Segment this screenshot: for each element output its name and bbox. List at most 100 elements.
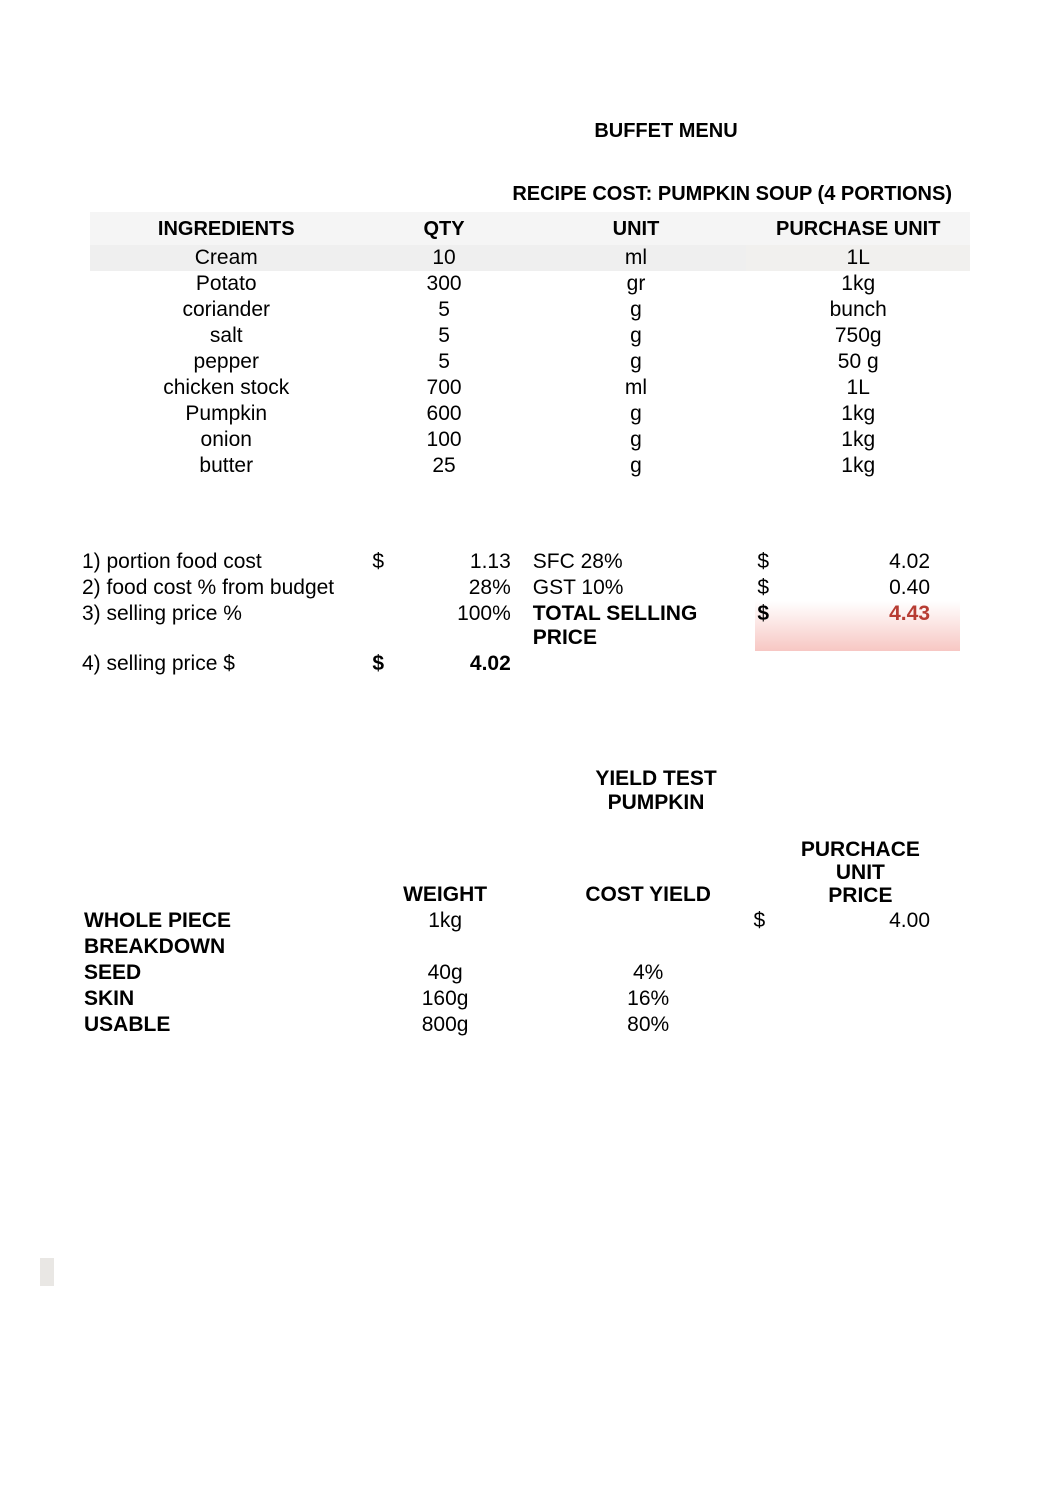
ingredient-unit: ml xyxy=(526,375,747,401)
calc-row: 2) food cost % from budget 28% GST 10% $… xyxy=(80,575,960,601)
table-row: butter25g1kg xyxy=(90,453,970,479)
ingredient-qty: 25 xyxy=(363,453,526,479)
yield-label: SEED xyxy=(80,960,343,986)
col-qty: QTY xyxy=(363,212,526,245)
ingredient-punit: 1kg xyxy=(746,427,970,453)
yield-label: SKIN xyxy=(80,986,343,1012)
table-row: chicken stock700ml1L xyxy=(90,375,970,401)
calc-sublabel: TOTAL SELLING PRICE xyxy=(529,601,756,651)
col-purchase-unit: PURCHASE UNIT xyxy=(746,212,970,245)
ingredient-punit: 1kg xyxy=(746,453,970,479)
table-row: Pumpkin600g1kg xyxy=(90,401,970,427)
calc-row: 3) selling price % 100% TOTAL SELLING PR… xyxy=(80,601,960,651)
currency-symbol: $ xyxy=(749,908,786,934)
currency-symbol: $ xyxy=(755,549,792,575)
yield-weight: 1kg xyxy=(343,908,546,934)
page-blur-mark xyxy=(40,1258,54,1286)
cost-calc-table: 1) portion food cost $ 1.13 SFC 28% $ 4.… xyxy=(80,549,960,677)
table-row: WHOLE PIECE1kg$4.00 xyxy=(80,908,960,934)
yield-pct: 80% xyxy=(547,1012,750,1038)
ingredient-punit: 1L xyxy=(746,375,970,401)
ingredient-name: Potato xyxy=(90,271,363,297)
col-ingredients: INGREDIENTS xyxy=(90,212,363,245)
calc-value: 1.13 xyxy=(397,549,529,575)
ingredient-name: coriander xyxy=(90,297,363,323)
ingredient-qty: 100 xyxy=(363,427,526,453)
calc-subvalue: 0.40 xyxy=(793,575,960,601)
currency-symbol: $ xyxy=(755,575,792,601)
ingredient-qty: 5 xyxy=(363,297,526,323)
ingredient-unit: gr xyxy=(526,271,747,297)
currency-symbol xyxy=(749,934,786,960)
calc-value: 100% xyxy=(397,601,529,651)
table-row: SEED40g4% xyxy=(80,960,960,986)
ingredient-unit: g xyxy=(526,453,747,479)
col-weight: WEIGHT xyxy=(343,837,546,908)
ingredient-punit: 750g xyxy=(746,323,970,349)
calc-value: 4.02 xyxy=(397,651,529,677)
ingredient-name: salt xyxy=(90,323,363,349)
yield-table: WEIGHT COST YIELD PURCHACE UNIT PRICE WH… xyxy=(80,837,960,1038)
currency-symbol: $ xyxy=(370,651,396,677)
calc-label: 4) selling price $ xyxy=(80,651,370,677)
col-purchase-unit-price: PURCHACE UNIT PRICE xyxy=(787,837,960,908)
ingredient-qty: 5 xyxy=(363,349,526,375)
currency-symbol: $ xyxy=(755,601,792,651)
calc-subvalue: 4.02 xyxy=(793,549,960,575)
ingredient-qty: 700 xyxy=(363,375,526,401)
yield-title: YIELD TEST xyxy=(340,767,972,791)
col-unit: UNIT xyxy=(526,212,747,245)
currency-symbol xyxy=(749,960,786,986)
table-row: salt5g750g xyxy=(90,323,970,349)
table-row: SKIN160g16% xyxy=(80,986,960,1012)
ingredient-punit: 1kg xyxy=(746,401,970,427)
ingredients-table: INGREDIENTS QTY UNIT PURCHASE UNIT Cream… xyxy=(90,212,970,479)
yield-price xyxy=(787,1012,960,1038)
calc-value: 28% xyxy=(397,575,529,601)
yield-pct xyxy=(547,934,750,960)
calc-label: 1) portion food cost xyxy=(80,549,370,575)
ingredient-punit: 1kg xyxy=(746,271,970,297)
ingredient-name: pepper xyxy=(90,349,363,375)
ingredient-unit: g xyxy=(526,401,747,427)
currency-symbol: $ xyxy=(370,549,396,575)
calc-row: 1) portion food cost $ 1.13 SFC 28% $ 4.… xyxy=(80,549,960,575)
ingredient-name: onion xyxy=(90,427,363,453)
yield-price xyxy=(787,960,960,986)
yield-pct: 4% xyxy=(547,960,750,986)
yield-label: WHOLE PIECE xyxy=(80,908,343,934)
ingredient-name: chicken stock xyxy=(90,375,363,401)
ingredient-punit: bunch xyxy=(746,297,970,323)
currency-symbol xyxy=(370,601,396,651)
currency-symbol xyxy=(749,1012,786,1038)
yield-weight: 800g xyxy=(343,1012,546,1038)
yield-label: USABLE xyxy=(80,1012,343,1038)
ingredient-qty: 5 xyxy=(363,323,526,349)
ingredient-unit: g xyxy=(526,349,747,375)
yield-pct xyxy=(547,908,750,934)
ingredient-qty: 300 xyxy=(363,271,526,297)
table-row: Potato300gr1kg xyxy=(90,271,970,297)
table-row: pepper5g50 g xyxy=(90,349,970,375)
ingredient-name: Cream xyxy=(90,245,363,271)
calc-sublabel: GST 10% xyxy=(529,575,756,601)
table-row: BREAKDOWN xyxy=(80,934,960,960)
table-row: onion100g1kg xyxy=(90,427,970,453)
yield-weight xyxy=(343,934,546,960)
currency-symbol xyxy=(370,575,396,601)
col-cost-yield: COST YIELD xyxy=(547,837,750,908)
yield-label: BREAKDOWN xyxy=(80,934,343,960)
recipe-header: RECIPE COST: PUMPKIN SOUP (4 PORTIONS) xyxy=(80,183,952,206)
ingredient-punit: 1L xyxy=(746,245,970,271)
table-row: Cream10ml1L xyxy=(90,245,970,271)
ingredient-unit: g xyxy=(526,297,747,323)
calc-label: 2) food cost % from budget xyxy=(80,575,370,601)
calc-sublabel: SFC 28% xyxy=(529,549,756,575)
ingredient-unit: ml xyxy=(526,245,747,271)
yield-weight: 160g xyxy=(343,986,546,1012)
ingredient-unit: g xyxy=(526,427,747,453)
currency-symbol xyxy=(749,986,786,1012)
ingredient-name: butter xyxy=(90,453,363,479)
yield-pct: 16% xyxy=(547,986,750,1012)
pu-price-line2: PRICE xyxy=(791,884,930,907)
